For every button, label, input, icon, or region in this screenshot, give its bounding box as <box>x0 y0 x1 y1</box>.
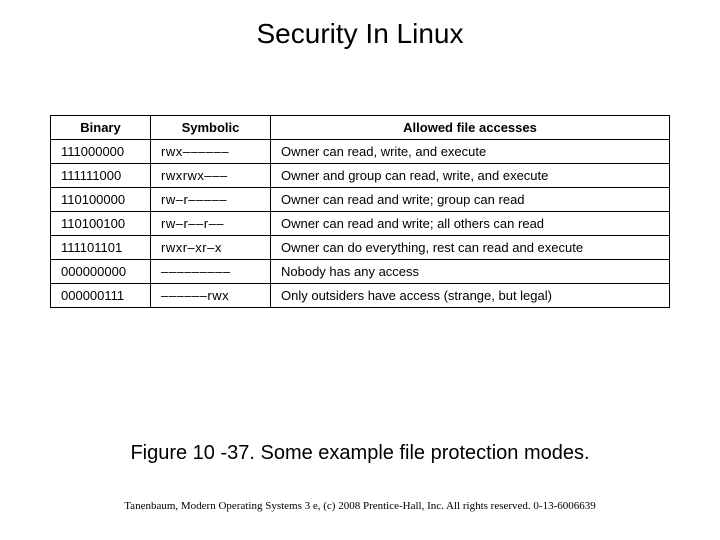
table-row: 000000000 ––––––––– Nobody has any acces… <box>51 260 670 284</box>
cell-access: Only outsiders have access (strange, but… <box>271 284 670 308</box>
table-row: 111000000 rwx–––––– Owner can read, writ… <box>51 140 670 164</box>
header-symbolic: Symbolic <box>151 116 271 140</box>
cell-access: Nobody has any access <box>271 260 670 284</box>
cell-symbolic: ––––––––– <box>151 260 271 284</box>
cell-binary: 111000000 <box>51 140 151 164</box>
cell-binary: 000000000 <box>51 260 151 284</box>
table-row: 110100100 rw–r––r–– Owner can read and w… <box>51 212 670 236</box>
table-row: 111111000 rwxrwx––– Owner and group can … <box>51 164 670 188</box>
header-binary: Binary <box>51 116 151 140</box>
copyright-footer: Tanenbaum, Modern Operating Systems 3 e,… <box>0 500 720 512</box>
cell-binary: 110100100 <box>51 212 151 236</box>
header-access: Allowed file accesses <box>271 116 670 140</box>
cell-access: Owner can read, write, and execute <box>271 140 670 164</box>
cell-access: Owner can do everything, rest can read a… <box>271 236 670 260</box>
cell-binary: 110100000 <box>51 188 151 212</box>
cell-binary: 111111000 <box>51 164 151 188</box>
permissions-table-container: Binary Symbolic Allowed file accesses 11… <box>50 115 670 308</box>
cell-symbolic: ––––––rwx <box>151 284 271 308</box>
cell-access: Owner can read and write; all others can… <box>271 212 670 236</box>
page-title: Security In Linux <box>0 0 720 60</box>
cell-symbolic: rwx–––––– <box>151 140 271 164</box>
table-header-row: Binary Symbolic Allowed file accesses <box>51 116 670 140</box>
cell-access: Owner can read and write; group can read <box>271 188 670 212</box>
cell-symbolic: rwxr–xr–x <box>151 236 271 260</box>
cell-binary: 111101101 <box>51 236 151 260</box>
table-row: 111101101 rwxr–xr–x Owner can do everyth… <box>51 236 670 260</box>
cell-symbolic: rw–r––r–– <box>151 212 271 236</box>
cell-symbolic: rwxrwx––– <box>151 164 271 188</box>
table-row: 000000111 ––––––rwx Only outsiders have … <box>51 284 670 308</box>
cell-symbolic: rw–r––––– <box>151 188 271 212</box>
figure-caption: Figure 10 -37. Some example file protect… <box>0 442 720 465</box>
table-row: 110100000 rw–r––––– Owner can read and w… <box>51 188 670 212</box>
cell-access: Owner and group can read, write, and exe… <box>271 164 670 188</box>
permissions-table: Binary Symbolic Allowed file accesses 11… <box>50 115 670 308</box>
cell-binary: 000000111 <box>51 284 151 308</box>
